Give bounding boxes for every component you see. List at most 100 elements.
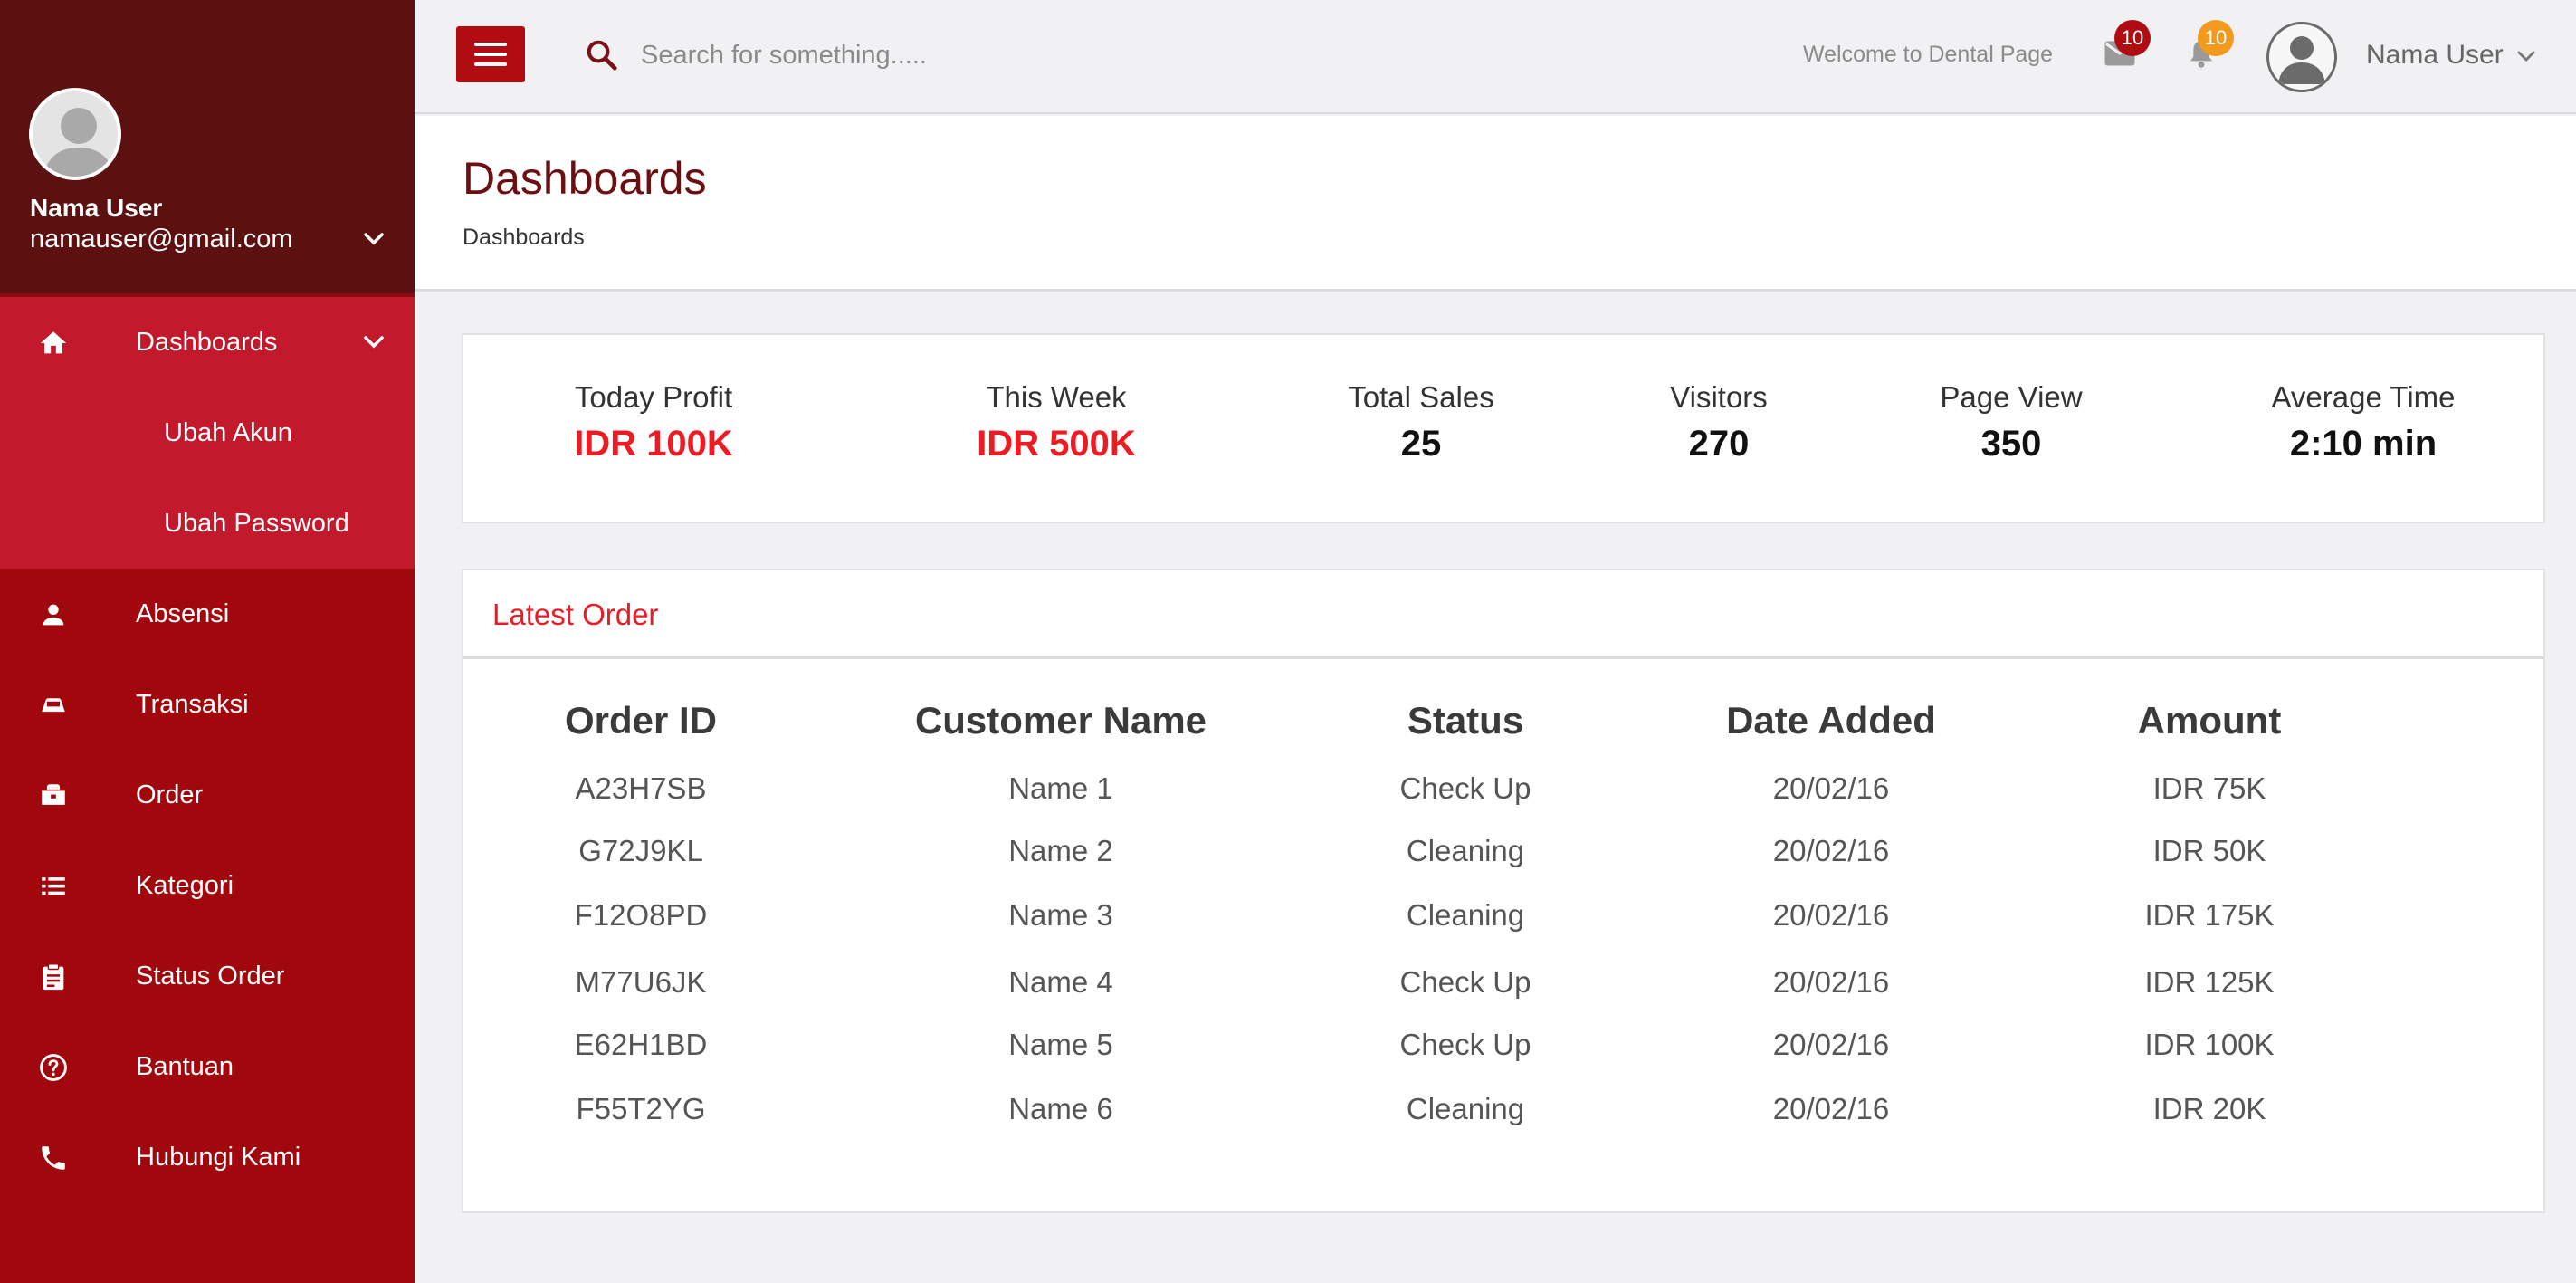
- sidebar-profile: Nama User namauser@gmail.com: [0, 0, 415, 297]
- stat-visitors: Visitors 270: [1670, 380, 1768, 464]
- sidebar-item-status-order[interactable]: Status Order: [0, 931, 415, 1021]
- sidebar-item-kategori[interactable]: Kategori: [0, 840, 415, 931]
- sidebar-item-label: Absensi: [136, 599, 230, 628]
- list-icon: [42, 877, 65, 895]
- table-cell: 20/02/16: [1772, 898, 1890, 932]
- table-cell: Name 1: [1008, 771, 1113, 805]
- stat-label: Page View: [1940, 380, 2083, 414]
- stat-page-view: Page View 350: [1940, 380, 2082, 464]
- sidebar-item-absensi[interactable]: Absensi: [0, 569, 415, 659]
- chevron-down-icon: [364, 336, 384, 349]
- menu-toggle-button[interactable]: [456, 26, 525, 82]
- table-cell: Name 3: [1008, 898, 1113, 932]
- stat-value: 350: [1980, 424, 2042, 464]
- help-icon: [40, 1054, 67, 1081]
- hamburger-icon: [474, 53, 507, 56]
- sidebar-item-label: Hubungi Kami: [136, 1143, 301, 1172]
- table-cell: IDR 100K: [2144, 1028, 2275, 1061]
- table-cell: G72J9KL: [578, 834, 703, 867]
- avatar[interactable]: [2266, 22, 2337, 92]
- user-menu-name[interactable]: Nama User: [2366, 40, 2504, 71]
- sidebar: Nama User namauser@gmail.com Dashboards …: [0, 0, 415, 1283]
- stat-label: Visitors: [1670, 380, 1768, 414]
- breadcrumb[interactable]: Dashboards: [463, 225, 585, 251]
- stat-label: Average Time: [2271, 380, 2456, 414]
- search-input[interactable]: [641, 34, 1274, 76]
- table-cell: Name 4: [1008, 965, 1113, 999]
- table-cell: F55T2YG: [576, 1092, 706, 1125]
- stat-label: This Week: [986, 380, 1127, 414]
- table-cell: Name 6: [1008, 1092, 1113, 1125]
- stat-this-week: This Week IDR 500K: [977, 380, 1136, 464]
- person-icon: [43, 604, 64, 626]
- table-cell: Cleaning: [1406, 898, 1525, 932]
- briefcase-icon: [42, 784, 65, 805]
- user-avatar-icon: [2278, 36, 2325, 84]
- stat-value: 270: [1688, 424, 1750, 464]
- sidebar-item-label: Status Order: [136, 962, 285, 991]
- sidebar-item-label: Transaksi: [136, 690, 249, 719]
- table-cell: IDR 175K: [2144, 898, 2275, 932]
- page-header: Dashboards Dashboards: [415, 116, 2576, 292]
- table-cell: F12O8PD: [574, 898, 708, 932]
- table-cell: IDR 20K: [2152, 1092, 2266, 1125]
- table-cell: Check Up: [1399, 1028, 1531, 1061]
- mail-count-badge: 10: [2114, 20, 2151, 56]
- table-cell: IDR 125K: [2144, 965, 2275, 999]
- profile-name: Nama User: [30, 194, 163, 222]
- table-cell: 20/02/16: [1772, 1028, 1890, 1061]
- page-title: Dashboards: [463, 153, 707, 204]
- table-cell: Name 5: [1008, 1028, 1113, 1061]
- table-cell: Cleaning: [1406, 834, 1525, 867]
- chevron-down-icon[interactable]: [2516, 49, 2536, 63]
- sidebar-item-transaksi[interactable]: Transaksi: [0, 659, 415, 750]
- table-cell: E62H1BD: [574, 1028, 708, 1061]
- sidebar-item-hubungi-kami[interactable]: Hubungi Kami: [0, 1112, 415, 1202]
- stats-card: Today Profit IDR 100K This Week IDR 500K…: [462, 333, 2545, 523]
- stat-value: IDR 500K: [977, 424, 1136, 464]
- table-cell: M77U6JK: [575, 965, 707, 999]
- welcome-text: Welcome to Dental Page: [1803, 42, 2054, 67]
- chevron-down-icon[interactable]: [362, 230, 386, 248]
- table-header-date-added[interactable]: Date Added: [1726, 699, 1936, 742]
- table-cell: 20/02/16: [1772, 771, 1890, 805]
- table-cell: Check Up: [1399, 771, 1531, 805]
- table-cell: IDR 75K: [2152, 771, 2266, 805]
- table-header-amount[interactable]: Amount: [2138, 699, 2282, 742]
- table-cell: A23H7SB: [575, 771, 707, 805]
- hamburger-icon: [474, 43, 507, 46]
- notification-count-badge: 10: [2198, 20, 2234, 56]
- table-cell: Check Up: [1399, 965, 1531, 999]
- submenu-dashboards: Dashboards Ubah Akun Ubah Password: [0, 297, 415, 569]
- avatar[interactable]: [29, 88, 121, 180]
- table-cell: Name 2: [1008, 834, 1113, 867]
- phone-icon: [42, 1146, 65, 1170]
- stat-value: IDR 100K: [574, 424, 733, 464]
- latest-order-card: Latest Order Order ID Customer Name Stat…: [462, 569, 2545, 1213]
- sidebar-item-label: Kategori: [136, 871, 234, 900]
- table-cell: 20/02/16: [1772, 834, 1890, 867]
- stat-label: Total Sales: [1348, 380, 1494, 414]
- user-avatar-icon: [33, 91, 118, 177]
- home-icon: [40, 331, 67, 354]
- stat-today-profit: Today Profit IDR 100K: [574, 380, 733, 464]
- clipboard-icon: [43, 963, 64, 991]
- table-header-customer-name[interactable]: Customer Name: [915, 699, 1207, 742]
- hamburger-icon: [474, 62, 507, 66]
- search-icon[interactable]: [585, 38, 619, 72]
- table-header-order-id[interactable]: Order ID: [565, 699, 717, 742]
- sidebar-item-label: Bantuan: [136, 1052, 234, 1081]
- sidebar-item-dashboards[interactable]: Dashboards: [0, 297, 415, 388]
- table-header-status[interactable]: Status: [1407, 699, 1523, 742]
- car-icon: [42, 698, 65, 713]
- sidebar-item-bantuan[interactable]: Bantuan: [0, 1021, 415, 1112]
- profile-email: namauser@gmail.com: [30, 225, 293, 254]
- sidebar-subitem-ubah-password[interactable]: Ubah Password: [0, 478, 415, 569]
- sidebar-subitem-ubah-akun[interactable]: Ubah Akun: [0, 388, 415, 478]
- latest-order-header: Latest Order: [463, 570, 2543, 659]
- table-cell: IDR 50K: [2152, 834, 2266, 867]
- stat-label: Today Profit: [574, 380, 733, 414]
- table-cell: 20/02/16: [1772, 965, 1890, 999]
- sidebar-item-label: Dashboards: [136, 328, 278, 357]
- sidebar-item-order[interactable]: Order: [0, 750, 415, 840]
